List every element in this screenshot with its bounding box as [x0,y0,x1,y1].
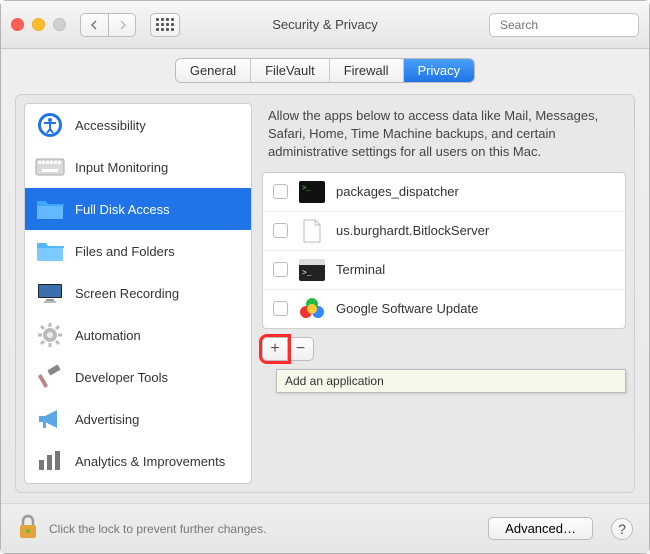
google-update-icon [298,297,326,321]
remove-app-button[interactable]: − [288,337,314,361]
checkbox[interactable] [273,184,288,199]
app-list[interactable]: >_ packages_dispatcher us.burghardt.Bitl… [262,172,626,329]
terminal-green-icon: >_ [298,180,326,204]
search-field[interactable] [489,13,639,37]
app-name: packages_dispatcher [336,184,459,199]
terminal-icon: >_ [298,258,326,282]
keyboard-icon [35,154,65,180]
sidebar-item-advertising[interactable]: Advertising [25,398,251,440]
window-controls [11,18,66,31]
sidebar-item-label: Screen Recording [75,286,179,301]
tooltip: Add an application [276,369,626,393]
privacy-sidebar[interactable]: Accessibility Input Monitoring Full Disk… [24,103,252,484]
checkbox[interactable] [273,301,288,316]
grid-icon [156,18,174,31]
lock-text: Click the lock to prevent further change… [49,522,266,536]
sidebar-item-input-monitoring[interactable]: Input Monitoring [25,146,251,188]
minus-icon: − [296,340,305,358]
show-all-button[interactable] [150,13,180,37]
svg-text:>_: >_ [302,185,311,193]
close-window-button[interactable] [11,18,24,31]
minimize-window-button[interactable] [32,18,45,31]
tabs: General FileVault Firewall Privacy [176,59,474,82]
tabs-row: General FileVault Firewall Privacy [1,49,649,90]
forward-button[interactable] [108,13,136,37]
sidebar-item-full-disk-access[interactable]: Full Disk Access [25,188,251,230]
app-row[interactable]: Google Software Update [263,290,625,328]
sidebar-item-files-folders[interactable]: Files and Folders [25,230,251,272]
add-remove-buttons: + − [262,337,626,361]
document-icon [298,219,326,243]
footer: Click the lock to prevent further change… [1,503,649,553]
sidebar-item-analytics[interactable]: Analytics & Improvements [25,440,251,482]
checkbox[interactable] [273,223,288,238]
detail-pane: Allow the apps below to access data like… [262,103,626,484]
hammer-icon [35,364,65,390]
sidebar-item-label: Automation [75,328,141,343]
advanced-button[interactable]: Advanced… [488,517,593,540]
tab-general[interactable]: General [176,59,251,82]
app-row[interactable]: >_ packages_dispatcher [263,173,625,212]
titlebar: Security & Privacy [1,1,649,49]
sidebar-item-label: Advertising [75,412,139,427]
plus-icon: + [270,340,279,358]
back-button[interactable] [80,13,108,37]
megaphone-icon [35,406,65,432]
help-icon: ? [618,521,626,537]
checkbox[interactable] [273,262,288,277]
search-input[interactable] [500,18,650,32]
tab-privacy[interactable]: Privacy [404,59,475,82]
svg-text:>_: >_ [302,269,312,278]
sidebar-item-label: Developer Tools [75,370,168,385]
sidebar-item-developer-tools[interactable]: Developer Tools [25,356,251,398]
lock-icon[interactable] [17,514,39,543]
tab-firewall[interactable]: Firewall [330,59,404,82]
description-text: Allow the apps below to access data like… [262,103,626,172]
gear-icon [35,322,65,348]
sidebar-item-label: Full Disk Access [75,202,170,217]
display-icon [35,280,65,306]
sidebar-item-label: Analytics & Improvements [75,454,225,469]
bars-icon [35,448,65,474]
folder-icon [35,196,65,222]
sidebar-item-label: Input Monitoring [75,160,168,175]
content-pane: Accessibility Input Monitoring Full Disk… [15,94,635,493]
app-row[interactable]: >_ Terminal [263,251,625,290]
folder-icon [35,238,65,264]
accessibility-icon [35,112,65,138]
nav-buttons [80,13,136,37]
app-name: us.burghardt.BitlockServer [336,223,489,238]
help-button[interactable]: ? [611,518,633,540]
sidebar-item-screen-recording[interactable]: Screen Recording [25,272,251,314]
app-name: Google Software Update [336,301,478,316]
app-row[interactable]: us.burghardt.BitlockServer [263,212,625,251]
tab-filevault[interactable]: FileVault [251,59,330,82]
sidebar-item-label: Accessibility [75,118,146,133]
add-app-button[interactable]: + [262,337,288,361]
sidebar-item-accessibility[interactable]: Accessibility [25,104,251,146]
app-name: Terminal [336,262,385,277]
zoom-window-button [53,18,66,31]
sidebar-item-label: Files and Folders [75,244,175,259]
preferences-window: Security & Privacy General FileVault Fir… [0,0,650,554]
sidebar-item-automation[interactable]: Automation [25,314,251,356]
